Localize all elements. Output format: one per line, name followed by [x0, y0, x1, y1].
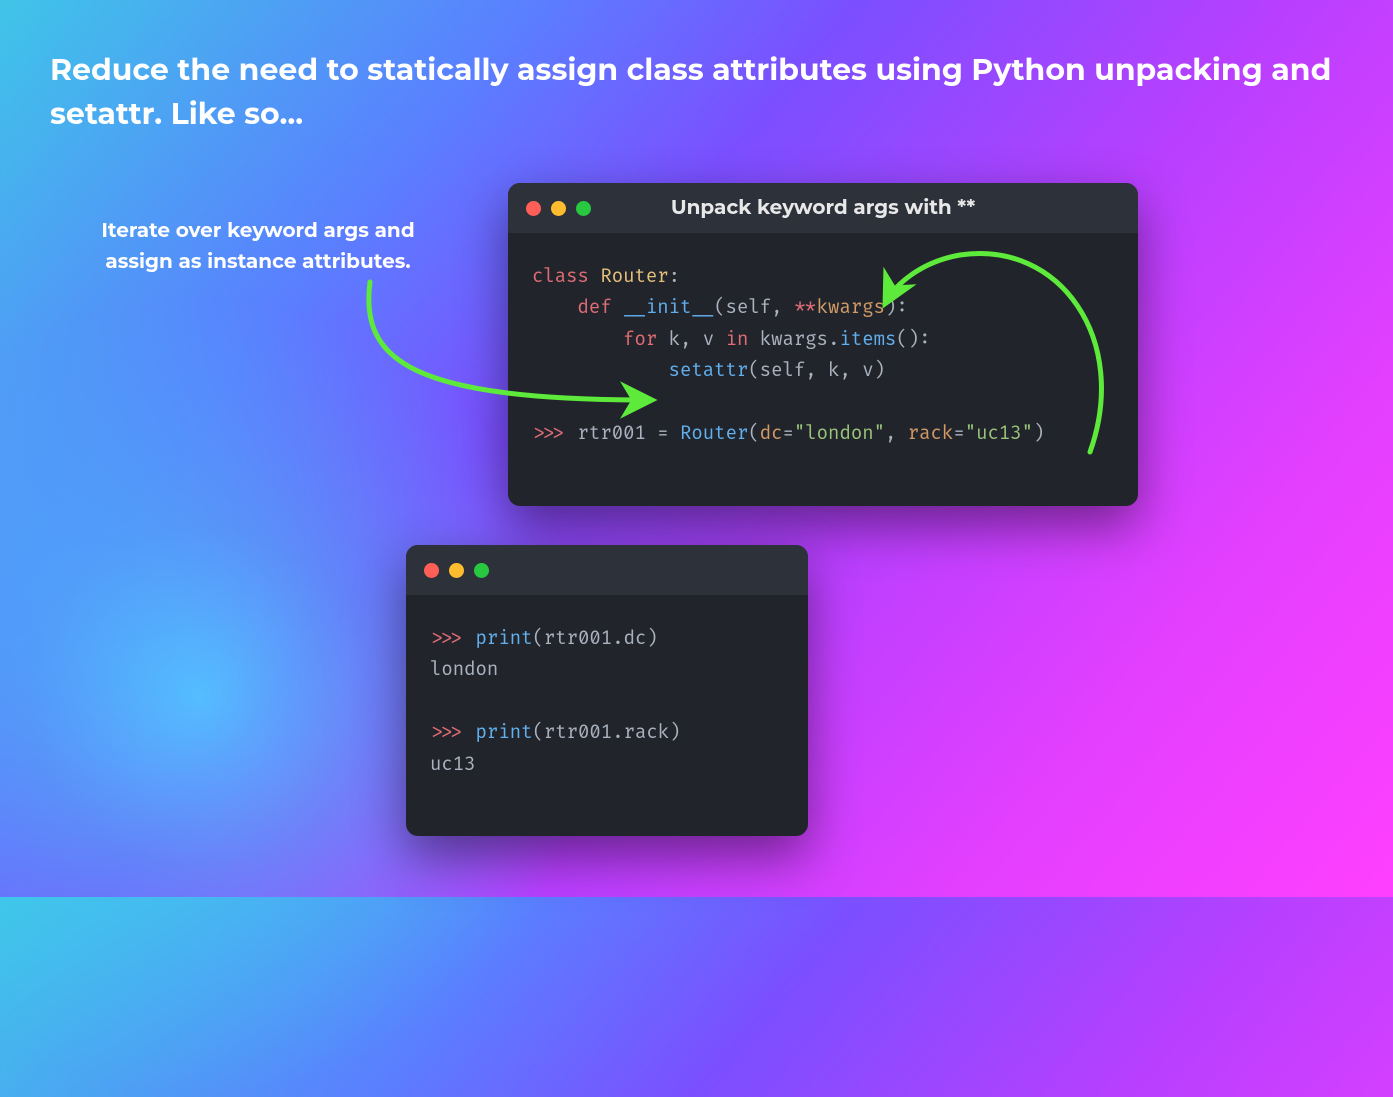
window-title: Unpack keyword args with **: [671, 196, 975, 220]
print-call: print: [476, 721, 533, 744]
kw-def: def: [578, 296, 612, 319]
repl-prompt: >>>: [430, 627, 464, 650]
items-call: items: [839, 328, 896, 351]
str-london: "london": [794, 422, 885, 445]
paren-close: ): [1033, 422, 1044, 445]
colon: :: [896, 296, 907, 319]
page-title: Reduce the need to statically assign cla…: [50, 48, 1333, 135]
comma: ,: [771, 296, 794, 319]
paren: (: [748, 422, 759, 445]
attr-rack: rack: [624, 721, 670, 744]
self-param: self: [726, 296, 772, 319]
comma: ,: [805, 359, 828, 382]
kw-in: in: [726, 328, 749, 351]
paren: (: [714, 296, 725, 319]
comma: ,: [680, 328, 703, 351]
kw-class: class: [532, 265, 589, 288]
repl-prompt: >>>: [532, 422, 566, 445]
caption-text: Iterate over keyword args and assign as …: [88, 216, 428, 278]
k-arg: k: [828, 359, 839, 382]
window-titlebar: Unpack keyword args with **: [508, 183, 1138, 233]
dot: .: [828, 328, 839, 351]
output-uc13: uc13: [430, 753, 476, 776]
kwargs-param: kwargs: [817, 296, 885, 319]
comma: ,: [885, 422, 908, 445]
maximize-icon: [576, 201, 591, 216]
minimize-icon: [449, 563, 464, 578]
arg-rack: rack: [908, 422, 954, 445]
dot: .: [612, 721, 623, 744]
traffic-lights: [526, 201, 591, 216]
close-icon: [526, 201, 541, 216]
paren-close: ): [874, 359, 885, 382]
maximize-icon: [474, 563, 489, 578]
code-window-1: Unpack keyword args with ** class Router…: [508, 183, 1138, 506]
eq: =: [783, 422, 794, 445]
code-block-output: >>> print(rtr001.dc) london >>> print(rt…: [406, 595, 808, 804]
var-v: v: [703, 328, 714, 351]
dot: .: [612, 627, 623, 650]
traffic-lights: [424, 563, 489, 578]
code-window-2: >>> print(rtr001.dc) london >>> print(rt…: [406, 545, 808, 836]
comma: ,: [839, 359, 862, 382]
setattr-call: setattr: [669, 359, 749, 382]
eq: =: [953, 422, 964, 445]
repl-prompt: >>>: [430, 721, 464, 744]
init-dunder: __init__: [623, 296, 714, 319]
paren-close: ): [646, 627, 657, 650]
paren-close: ): [885, 296, 896, 319]
close-icon: [424, 563, 439, 578]
paren: (: [748, 359, 759, 382]
paren: (: [532, 721, 543, 744]
kw-for: for: [623, 328, 657, 351]
parens: ():: [896, 328, 930, 351]
router-call: Router: [680, 422, 748, 445]
output-london: london: [430, 658, 498, 681]
eq: =: [657, 422, 668, 445]
class-name: Router: [600, 265, 668, 288]
window-titlebar: [406, 545, 808, 595]
attr-dc: dc: [624, 627, 647, 650]
paren-close: ): [669, 721, 680, 744]
v-arg: v: [862, 359, 873, 382]
self-arg: self: [760, 359, 806, 382]
code-block-class-def: class Router: def __init__(self, **kwarg…: [508, 233, 1138, 474]
print-call: print: [476, 627, 533, 650]
rtr-ref: rtr001: [544, 721, 612, 744]
minimize-icon: [551, 201, 566, 216]
colon: :: [669, 265, 680, 288]
rtr-ref: rtr001: [544, 627, 612, 650]
arg-dc: dc: [760, 422, 783, 445]
var-k: k: [669, 328, 680, 351]
double-star: **: [794, 296, 817, 319]
rtr-var: rtr001: [578, 422, 646, 445]
kwargs-ref: kwargs: [760, 328, 828, 351]
str-uc13: "uc13": [965, 422, 1033, 445]
paren: (: [532, 627, 543, 650]
